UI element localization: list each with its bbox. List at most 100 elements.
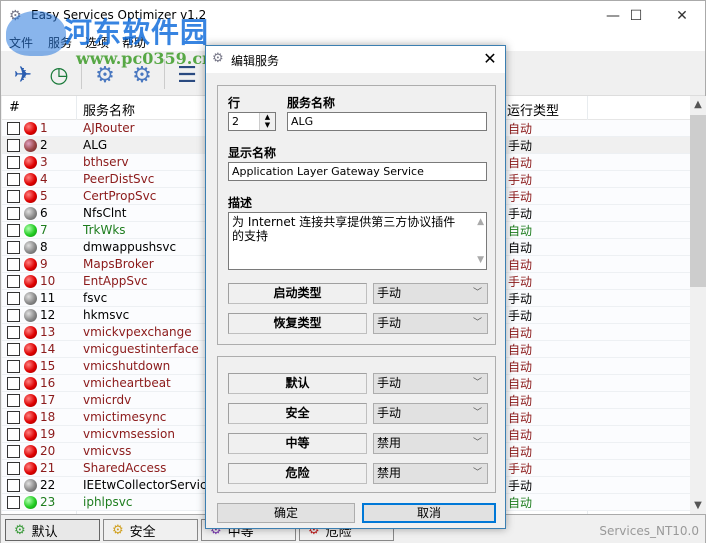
row-number: 8 [40, 240, 48, 254]
cancel-button[interactable]: 取消 [362, 503, 496, 523]
status-red-icon [24, 377, 37, 390]
status-gray-icon [24, 207, 37, 220]
display-name-input[interactable]: Application Layer Gateway Service [228, 162, 487, 181]
row-checkbox[interactable] [7, 224, 20, 237]
row-checkbox[interactable] [7, 156, 20, 169]
profile-default-select[interactable]: 手动 ﹀ [373, 373, 488, 394]
row-checkbox[interactable] [7, 292, 20, 305]
menu-service[interactable]: 服务 [48, 34, 72, 51]
recovery-type-select[interactable]: 手动 ﹀ [373, 313, 488, 334]
service-name: EntAppSvc [83, 274, 148, 288]
row-spinner[interactable]: 2 ▲ ▼ [228, 112, 276, 131]
row-checkbox[interactable] [7, 462, 20, 475]
row-number: 18 [40, 410, 56, 424]
run-type: 手动 [508, 292, 533, 306]
row-checkbox[interactable] [7, 241, 20, 254]
dialog-gear-icon: ⚙ [212, 51, 224, 66]
status-red-icon [24, 122, 37, 135]
chevron-down-icon: ﹀ [472, 378, 482, 388]
chevron-down-icon: ﹀ [472, 288, 482, 298]
chevron-down-icon: ﹀ [472, 318, 482, 328]
service-name: CertPropSvc [83, 189, 157, 203]
profile-dangerous-select[interactable]: 禁用 ﹀ [373, 463, 488, 484]
row-checkbox[interactable] [7, 275, 20, 288]
close-button[interactable]: ✕ [659, 1, 705, 31]
row-checkbox[interactable] [7, 309, 20, 322]
toolbar-separator [164, 59, 165, 89]
status-gray-icon [24, 292, 37, 305]
run-type: 自动 [508, 343, 533, 357]
maximize-button[interactable]: ☐ [613, 1, 659, 31]
service-name: bthserv [83, 155, 129, 169]
row-checkbox[interactable] [7, 496, 20, 509]
row-checkbox[interactable] [7, 190, 20, 203]
start-service-button[interactable]: ⚙ [89, 59, 121, 91]
row-number: 6 [40, 206, 48, 220]
tab-default[interactable]: ⚙ 默认 [5, 519, 100, 541]
startup-type-select[interactable]: 手动 ﹀ [373, 283, 488, 304]
status-red-icon [24, 445, 37, 458]
restore-button[interactable]: ◷ [43, 59, 75, 91]
dialog-title-bar: ⚙ 编辑服务 ✕ [206, 46, 505, 73]
row-label: 行 [228, 96, 241, 110]
run-type: 自动 [508, 122, 533, 136]
column-header-number[interactable]: # [9, 100, 20, 115]
column-header-name[interactable]: 服务名称 [83, 100, 135, 119]
ok-button[interactable]: 确定 [217, 503, 355, 523]
profile-safe-select[interactable]: 手动 ﹀ [373, 403, 488, 424]
memo-scroll-down-icon[interactable]: ▼ [477, 253, 484, 267]
vertical-scrollbar[interactable]: ▲ ▼ [690, 96, 706, 514]
spinner-arrows[interactable]: ▲ ▼ [259, 113, 275, 130]
run-type: 手动 [508, 462, 533, 476]
row-number: 5 [40, 189, 48, 203]
status-gray-icon [24, 309, 37, 322]
scrollbar-thumb[interactable] [690, 115, 706, 287]
menu-help[interactable]: 帮助 [122, 34, 146, 51]
memo-scroll-up-icon[interactable]: ▲ [477, 215, 484, 229]
startup-type-label: 启动类型 [228, 283, 367, 304]
status-gray-icon [24, 241, 37, 254]
spin-up-icon[interactable]: ▲ [260, 113, 275, 121]
row-checkbox[interactable] [7, 326, 20, 339]
optimize-button[interactable]: ✈ [7, 59, 39, 91]
service-name-input[interactable]: ALG [287, 112, 487, 131]
startup-type-value: 手动 [377, 286, 402, 300]
row-checkbox[interactable] [7, 139, 20, 152]
row-number: 22 [40, 478, 56, 492]
add-service-button[interactable]: ☰ [171, 59, 203, 91]
row-checkbox[interactable] [7, 122, 20, 135]
status-red-icon [24, 394, 37, 407]
tab-safe[interactable]: ⚙ 安全 [103, 519, 198, 541]
status-red-icon [24, 326, 37, 339]
service-name: vmicvss [83, 444, 132, 458]
run-type: 手动 [508, 275, 533, 289]
row-checkbox[interactable] [7, 479, 20, 492]
menu-options[interactable]: 选项 [85, 34, 109, 51]
dialog-close-button[interactable]: ✕ [475, 46, 505, 73]
row-checkbox[interactable] [7, 428, 20, 441]
scroll-up-arrow-icon[interactable]: ▲ [690, 96, 706, 113]
row-checkbox[interactable] [7, 173, 20, 186]
scroll-down-arrow-icon[interactable]: ▼ [690, 497, 706, 514]
row-checkbox[interactable] [7, 343, 20, 356]
row-checkbox[interactable] [7, 411, 20, 424]
profile-settings-group: 默认 手动 ﹀ 安全 手动 ﹀ 中等 禁用 ﹀ 危险 禁用 ﹀ [217, 356, 496, 493]
row-checkbox[interactable] [7, 360, 20, 373]
profile-moderate-select[interactable]: 禁用 ﹀ [373, 433, 488, 454]
row-checkbox[interactable] [7, 377, 20, 390]
row-checkbox[interactable] [7, 207, 20, 220]
row-checkbox[interactable] [7, 258, 20, 271]
menu-file[interactable]: 文件 [9, 34, 33, 51]
column-header-run-type[interactable]: 运行类型 [507, 100, 559, 119]
app-gear-icon: ⚙ [9, 8, 22, 24]
row-number: 11 [40, 291, 56, 305]
recovery-type-label: 恢复类型 [228, 313, 367, 334]
spin-down-icon[interactable]: ▼ [260, 121, 275, 129]
row-checkbox[interactable] [7, 445, 20, 458]
description-textarea[interactable]: 为 Internet 连接共享提供第三方协议插件的支持 ▲ ▼ [228, 212, 487, 270]
service-name: vmicvmsession [83, 427, 175, 441]
stop-service-button[interactable]: ⚙ [126, 59, 158, 91]
run-type: 自动 [508, 326, 533, 340]
status-red-icon [24, 275, 37, 288]
row-checkbox[interactable] [7, 394, 20, 407]
